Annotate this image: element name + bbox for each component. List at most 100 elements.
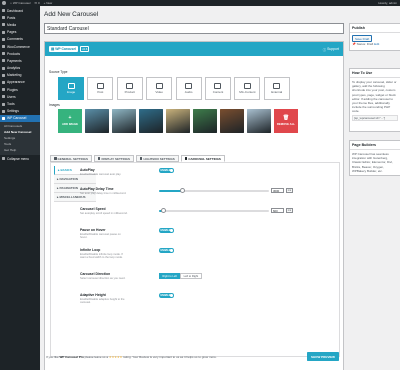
- subnav-navigation[interactable]: ▸ NAVIGATION: [54, 175, 96, 184]
- add-image-button[interactable]: + ADD IMAGE: [58, 109, 82, 133]
- tab-carousel-settings[interactable]: CAROUSEL SETTINGS: [180, 155, 225, 162]
- home-icon: ⌂: [10, 1, 12, 5]
- sidebar-item-label: WP Carousel: [7, 116, 27, 121]
- sidebar-item-products[interactable]: Products: [0, 50, 40, 57]
- autoplay-delay-slider[interactable]: [159, 188, 269, 193]
- source-type-audio[interactable]: Audio: [175, 77, 202, 100]
- source-type-selector: Image Post Product Video Audio Content Mix-Con…: [58, 77, 290, 100]
- new-content-link[interactable]: + New: [44, 1, 53, 5]
- sidebar-item-comments[interactable]: Comments: [0, 36, 40, 43]
- carousel-speed-slider[interactable]: [159, 208, 269, 213]
- plug-icon: [2, 88, 5, 92]
- sidebar-item-tools[interactable]: Tools: [0, 100, 40, 107]
- sidebar-item-dashboard[interactable]: Dashboard: [0, 7, 40, 14]
- audio-icon: [185, 82, 193, 89]
- remove-all-button[interactable]: 🗑 REMOVE ALL: [274, 109, 298, 133]
- content-icon: [214, 82, 222, 89]
- sidebar-item-media[interactable]: Media: [0, 21, 40, 28]
- edit-status-link[interactable]: Edit: [374, 42, 379, 46]
- sidebar-item-label: Payments: [7, 58, 22, 63]
- show-preview-button[interactable]: SHOW PREVIEW: [307, 352, 340, 361]
- sidebar-item-marketing[interactable]: Marketing: [0, 72, 40, 79]
- autoplay-toggle[interactable]: ENABLED: [159, 168, 174, 173]
- sidebar-item-label: Analytics: [7, 66, 21, 71]
- carousel-icon: [2, 116, 5, 120]
- gallery-image-thumbnail[interactable]: [166, 109, 190, 133]
- tab-lightbox-settings[interactable]: LIGHTBOX SETTINGS: [135, 155, 179, 162]
- sidebar-item-wp-carousel[interactable]: WP Carousel: [0, 114, 40, 122]
- page-builders-text: WP Carousel has seamless integration wit…: [352, 152, 393, 173]
- tab-general-settings[interactable]: GENERAL SETTINGS: [50, 155, 92, 162]
- trash-icon: 🗑: [282, 115, 290, 121]
- status-row: 📌 Status: Draft Edit: [352, 42, 380, 47]
- sidebar-item-label: Dashboard: [7, 8, 24, 13]
- comment-icon: ✉: [34, 1, 37, 5]
- subnav-icon: ▸: [58, 168, 60, 172]
- direction-selector: Right to Left Left to Right: [159, 273, 202, 279]
- adaptive-height-toggle[interactable]: ENABLED: [159, 293, 174, 298]
- images-label: Images: [49, 103, 60, 107]
- tab-display-settings[interactable]: DISPLAY SETTINGS: [93, 155, 134, 162]
- how-to-use-title: How To Use: [350, 69, 400, 78]
- gallery-image-thumbnail[interactable]: [112, 109, 136, 133]
- sidebar-item-settings[interactable]: Settings: [0, 108, 40, 115]
- collapse-menu-button[interactable]: Collapse menu: [0, 155, 40, 162]
- source-type-post[interactable]: Post: [87, 77, 114, 100]
- gallery-image-thumbnail[interactable]: [85, 109, 109, 133]
- tab-icon: [97, 157, 101, 160]
- shortcode-field[interactable]: [sp_wpcarousel id="..."]: [352, 114, 398, 121]
- sidebar-item-users[interactable]: Users: [0, 93, 40, 100]
- howdy-user-link[interactable]: Howdy, admin: [378, 1, 400, 5]
- site-name-link[interactable]: ⌂ WP Carousel: [10, 1, 30, 5]
- source-type-external[interactable]: External: [263, 77, 290, 100]
- main-content: Add New Carousel Standard Carousel ▤ WP …: [44, 8, 400, 370]
- sidebar-item-label: Products: [7, 51, 21, 56]
- gallery-image-thumbnail[interactable]: [139, 109, 163, 133]
- sidebar-item-plugins[interactable]: Plugins: [0, 86, 40, 93]
- sidebar-item-label: Settings: [7, 109, 19, 114]
- carousel-speed-unit: ms: [286, 208, 293, 213]
- carousel-speed-input[interactable]: 600: [271, 208, 284, 213]
- wp-carousel-submenu: All Carousels Add New Carousel Settings Too…: [0, 122, 40, 155]
- page-builders-title: Page Builders: [350, 141, 400, 150]
- infinite-loop-toggle[interactable]: ENABLED: [159, 248, 174, 253]
- wrench-icon: [2, 102, 5, 106]
- wordpress-logo-icon[interactable]: [2, 1, 6, 5]
- sidebar-item-appearance[interactable]: Appearance: [0, 79, 40, 86]
- source-type-image[interactable]: Image: [58, 77, 84, 100]
- box-icon: [2, 52, 5, 56]
- gallery-image-thumbnail[interactable]: [247, 109, 271, 133]
- admin-bar: ⌂ WP Carousel ✉ 0 + New Howdy, admin: [0, 0, 400, 6]
- comments-link[interactable]: ✉ 0: [34, 1, 39, 5]
- chart-icon: [2, 66, 5, 70]
- video-icon: [155, 82, 163, 89]
- source-type-mix-content[interactable]: Mix-Content: [234, 77, 261, 100]
- source-type-content[interactable]: Content: [204, 77, 231, 100]
- direction-ltr-option[interactable]: Left to Right: [180, 273, 202, 279]
- support-link[interactable]: ⓘ Support: [323, 47, 339, 52]
- sidebar-item-analytics[interactable]: Analytics: [0, 65, 40, 72]
- image-icon: [67, 82, 75, 89]
- submenu-item-get-help[interactable]: Get Help: [4, 147, 40, 153]
- sidebar-item-payments[interactable]: Payments: [0, 57, 40, 64]
- autoplay-delay-input[interactable]: 3000: [271, 188, 284, 193]
- setting-pause-on-hover: Pause on Hover Enable/Disable carousel p…: [80, 228, 174, 239]
- footer-review-note: If you like WP Carousel Pro please leave…: [46, 355, 217, 359]
- carousel-title-input[interactable]: Standard Carousel: [44, 23, 344, 34]
- save-draft-button[interactable]: Save Draft: [352, 35, 373, 43]
- pause-on-hover-toggle[interactable]: ENABLED: [159, 228, 174, 233]
- carousel-logo-icon: ▤: [51, 47, 55, 51]
- source-type-product[interactable]: Product: [116, 77, 143, 100]
- direction-rtl-option[interactable]: Right to Left: [159, 273, 181, 279]
- gallery-image-thumbnail[interactable]: [220, 109, 244, 133]
- setting-autoplay: AutoPlay Enable/Disable carousel auto pl…: [80, 168, 174, 176]
- rating-stars-link[interactable]: ★★★★★: [109, 355, 122, 359]
- sidebar-item-label: Plugins: [7, 87, 18, 92]
- sidebar-item-woocommerce[interactable]: WooCommerce: [0, 43, 40, 50]
- source-type-label: Source Type: [49, 70, 68, 74]
- sidebar-item-pages[interactable]: Pages: [0, 29, 40, 36]
- source-type-video[interactable]: Video: [146, 77, 173, 100]
- sidebar-item-posts[interactable]: Posts: [0, 14, 40, 21]
- gallery-image-thumbnail[interactable]: [193, 109, 217, 133]
- plus-icon: +: [68, 115, 72, 121]
